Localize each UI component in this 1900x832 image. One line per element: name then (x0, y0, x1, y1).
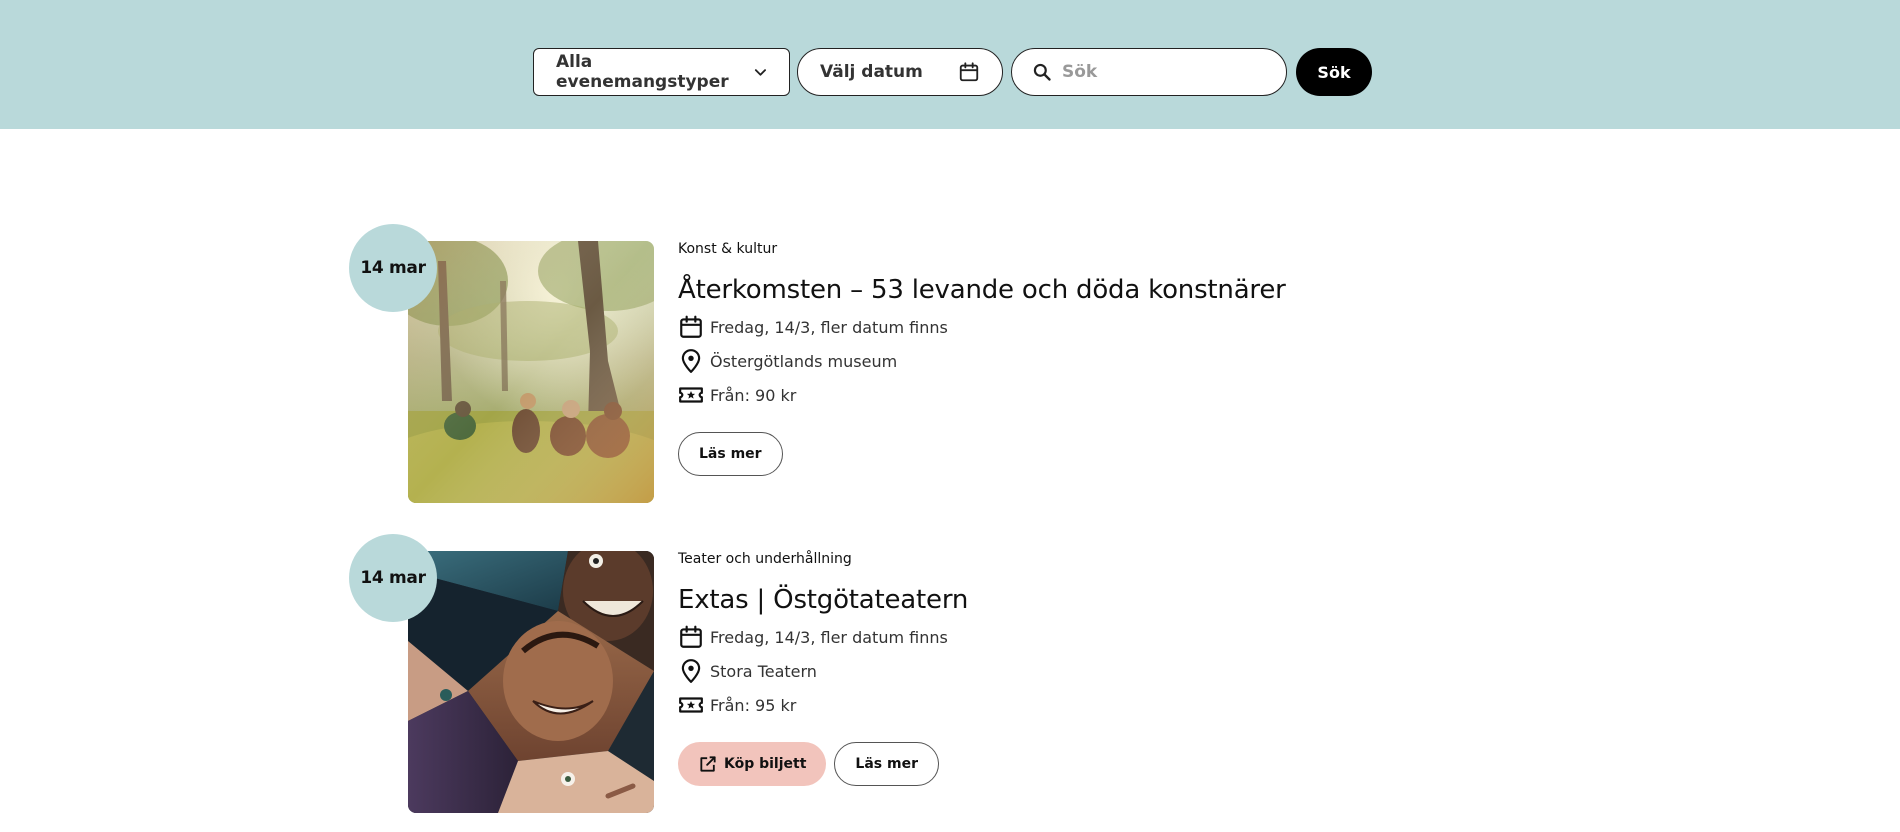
read-more-button[interactable]: Läs mer (834, 742, 939, 786)
location-pin-icon (681, 659, 701, 683)
read-more-button[interactable]: Läs mer (678, 432, 783, 476)
event-price: Från: 90 kr (710, 385, 797, 405)
filter-bar: Alla evenemangstyper Välj datum Sök (0, 0, 1900, 129)
event-card: 14 mar Teater och underhållning Extas | … (349, 534, 1549, 824)
date-badge: 14 mar (349, 224, 437, 312)
event-actions: Läs mer (678, 432, 1538, 476)
event-date-row: Fredag, 14/3, fler datum finns (678, 625, 1538, 649)
ticket-icon (679, 697, 703, 713)
event-location: Stora Teatern (710, 661, 817, 681)
event-price-row: Från: 90 kr (678, 383, 1538, 407)
event-date-row: Fredag, 14/3, fler datum finns (678, 315, 1538, 339)
event-category: Teater och underhållning (678, 551, 852, 567)
event-card: 14 mar Konst & kultur Återkomsten – 53 l… (349, 224, 1549, 514)
event-actions: Köp biljett Läs mer (678, 742, 1538, 786)
chevron-down-icon (755, 69, 767, 76)
event-date-text: Fredag, 14/3, fler datum finns (710, 317, 948, 337)
calendar-icon (680, 315, 702, 338)
external-link-icon (700, 756, 716, 772)
event-type-select[interactable]: Alla evenemangstyper (533, 48, 790, 96)
event-info: Konst & kultur Återkomsten – 53 levande … (678, 241, 1538, 476)
event-title[interactable]: Återkomsten – 53 levande och döda konstn… (678, 275, 1538, 305)
event-type-select-value: Alla evenemangstyper (556, 52, 729, 92)
location-pin-icon (681, 349, 701, 373)
event-image[interactable] (408, 551, 654, 813)
event-category: Konst & kultur (678, 241, 778, 257)
event-price-row: Från: 95 kr (678, 693, 1538, 717)
buy-ticket-label: Köp biljett (724, 756, 807, 772)
search-field[interactable] (1011, 48, 1287, 96)
calendar-icon (959, 62, 979, 82)
buy-ticket-button[interactable]: Köp biljett (678, 742, 827, 786)
calendar-icon (680, 625, 702, 648)
event-date-text: Fredag, 14/3, fler datum finns (710, 627, 948, 647)
event-location: Östergötlands museum (710, 351, 898, 371)
event-location-row: Stora Teatern (678, 659, 1538, 683)
event-title[interactable]: Extas | Östgötateatern (678, 585, 1538, 615)
event-price: Från: 95 kr (710, 695, 797, 715)
event-location-row: Östergötlands museum (678, 349, 1538, 373)
event-info: Teater och underhållning Extas | Östgöta… (678, 551, 1538, 786)
date-badge: 14 mar (349, 534, 437, 622)
search-icon (1033, 63, 1051, 81)
date-picker-placeholder: Välj datum (820, 62, 923, 82)
search-input[interactable] (1062, 62, 1262, 82)
ticket-icon (679, 387, 703, 403)
search-button[interactable]: Sök (1296, 48, 1372, 96)
date-picker[interactable]: Välj datum (797, 48, 1003, 96)
event-image[interactable] (408, 241, 654, 503)
